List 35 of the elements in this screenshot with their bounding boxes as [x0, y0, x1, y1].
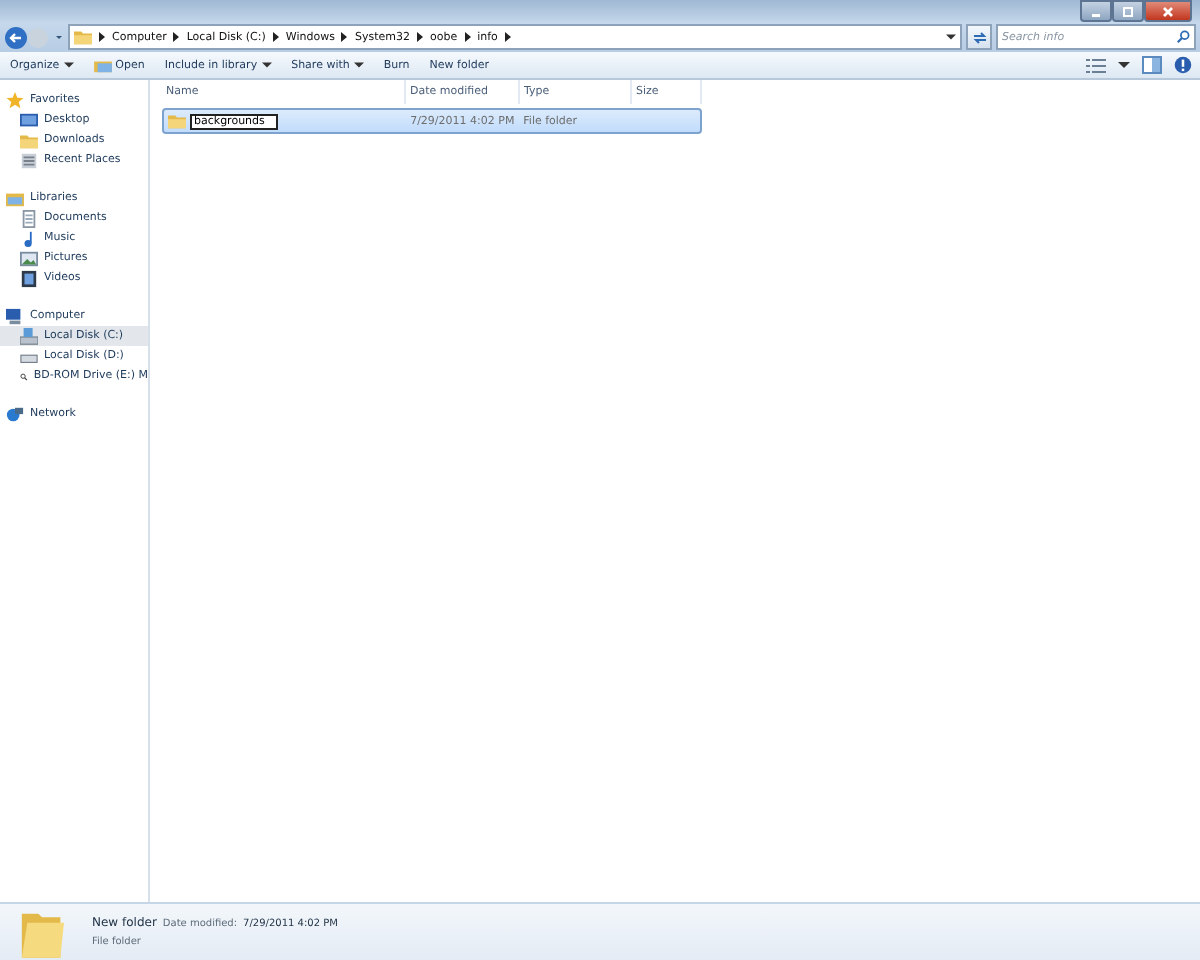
chevron-icon	[98, 32, 106, 42]
library-icon	[6, 189, 24, 207]
desktop-icon	[20, 111, 38, 129]
maximize-icon	[1118, 3, 1138, 19]
network-icon	[6, 405, 24, 423]
drive-icon	[20, 327, 38, 345]
refresh-icon	[971, 29, 987, 45]
maximize-button[interactable]	[1112, 0, 1144, 22]
chevron-icon	[172, 32, 181, 42]
preview-pane-icon[interactable]	[1142, 56, 1162, 74]
chevron-icon	[463, 32, 472, 42]
star-icon	[6, 91, 24, 109]
document-icon	[20, 209, 38, 227]
picture-icon	[20, 249, 38, 267]
refresh-button[interactable]	[966, 24, 992, 50]
folder-icon	[20, 131, 38, 149]
search-icon	[1176, 30, 1190, 44]
chevron-icon	[503, 32, 512, 42]
view-icon[interactable]	[1086, 57, 1106, 73]
computer-icon	[6, 307, 24, 325]
chevron-icon	[340, 32, 349, 42]
folder-icon	[74, 28, 92, 46]
close-button[interactable]	[1144, 0, 1192, 22]
close-icon	[1158, 3, 1178, 19]
caret-icon[interactable]	[1118, 61, 1130, 69]
folder-icon	[168, 112, 186, 130]
chevron-icon	[271, 32, 280, 42]
folder-icon	[93, 57, 112, 73]
chevron-icon	[415, 32, 424, 42]
music-note-icon	[20, 229, 38, 247]
back-forward-icon[interactable]	[4, 25, 64, 49]
minimize-button[interactable]	[1080, 0, 1112, 22]
magnifier-icon	[20, 367, 28, 385]
film-icon	[20, 269, 38, 287]
caret-icon	[946, 34, 956, 40]
